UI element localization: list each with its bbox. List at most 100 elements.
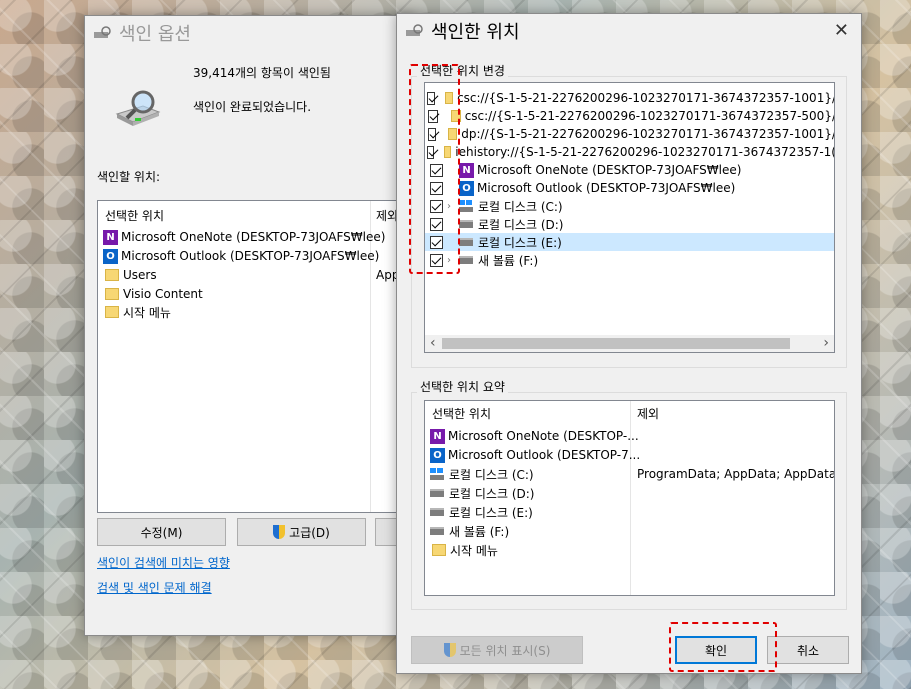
tree-item[interactable]: iehistory://{S-1-5-21-2276200296-1023270… — [425, 143, 835, 161]
drive-icon — [459, 220, 473, 228]
summary-item[interactable]: 로컬 디스크 (D:) — [430, 484, 534, 502]
tree-item-label: iehistory://{S-1-5-21-2276200296-1023270… — [455, 145, 835, 159]
modify-label: 수정(M) — [141, 524, 183, 541]
indexing-affects-search-link[interactable]: 색인이 검색에 미치는 영향 — [97, 554, 230, 571]
section-label: 색인할 위치: — [97, 168, 160, 185]
window-title: 색인 옵션 — [119, 20, 191, 46]
tree-item-label: dp://{S-1-5-21-2276200296-1023270171-367… — [461, 127, 835, 141]
list-item-label: Users — [123, 268, 157, 282]
tree-item-label: 로컬 디스크 (D:) — [478, 216, 563, 233]
summary-list[interactable]: 선택한 위치 제외 N Microsoft OneNote (DESKTOP-.… — [424, 400, 835, 596]
summary-item-label: Microsoft OneNote (DESKTOP-... — [448, 429, 639, 443]
shield-icon — [273, 525, 285, 539]
list-item[interactable]: N Microsoft OneNote (DESKTOP-73JOAFS₩lee… — [103, 228, 385, 246]
summary-item-exclude: ProgramData; AppData; AppData... — [637, 467, 835, 481]
summary-label: 선택한 위치 요약 — [417, 378, 508, 395]
outlook-icon: O — [430, 448, 445, 463]
folder-icon — [432, 544, 446, 556]
indexed-count: 39,414개의 항목이 색인됨 — [193, 64, 331, 81]
drive-icon — [459, 256, 473, 264]
tree-item[interactable]: › 새 볼륨 (F:) — [425, 251, 835, 269]
summary-item[interactable]: 로컬 디스크 (E:) — [430, 503, 533, 521]
folder-icon — [105, 306, 119, 318]
drive-search-icon — [405, 24, 425, 38]
onenote-icon: N — [459, 163, 474, 178]
tree-item-label: csc://{S-1-5-21-2276200296-1023270171-36… — [457, 91, 835, 105]
drive-search-icon — [93, 26, 113, 40]
summary-item-label: 로컬 디스크 (E:) — [449, 504, 533, 521]
locations-list[interactable]: 선택한 위치 제외 N Microsoft OneNote (DESKTOP-7… — [97, 200, 415, 513]
summary-item-label: 새 볼륨 (F:) — [449, 523, 509, 540]
summary-item-label: Microsoft Outlook (DESKTOP-7... — [448, 448, 640, 462]
tree-item[interactable]: csc://{S-1-5-21-2276200296-1023270171-36… — [425, 89, 835, 107]
tree-item-label: Microsoft OneNote (DESKTOP-73JOAFS₩lee) — [477, 163, 741, 177]
summary-column-location: 선택한 위치 — [432, 405, 491, 422]
list-item[interactable]: Users — [105, 266, 157, 284]
windows-drive-icon — [430, 468, 444, 480]
onenote-icon: N — [103, 230, 118, 245]
drive-icon — [430, 489, 444, 497]
magnifier-drive-icon — [113, 88, 163, 133]
titlebar[interactable]: 색인한 위치 ✕ — [397, 14, 861, 48]
list-item[interactable]: Visio Content — [105, 285, 203, 303]
tree-item[interactable]: › 로컬 디스크 (C:) — [425, 197, 835, 215]
advanced-label: 고급(D) — [289, 524, 330, 541]
dialog-title: 색인한 위치 — [431, 18, 520, 44]
list-item-label: Microsoft OneNote (DESKTOP-73JOAFS₩lee) — [121, 230, 385, 244]
onenote-icon: N — [430, 429, 445, 444]
list-item[interactable]: 시작 메뉴 — [105, 303, 171, 321]
outlook-icon: O — [459, 181, 474, 196]
close-icon[interactable]: ✕ — [834, 20, 849, 41]
list-item[interactable]: O Microsoft Outlook (DESKTOP-73JOAFS₩lee… — [103, 247, 379, 265]
summary-item-label: 시작 메뉴 — [450, 542, 498, 559]
list-item-label: Visio Content — [123, 287, 203, 301]
folder-icon — [105, 288, 119, 300]
indexed-locations-dialog: 색인한 위치 ✕ 선택한 위치 변경 csc://{S-1-5-21-22762… — [396, 13, 862, 674]
cancel-label: 취소 — [797, 642, 819, 659]
tree-item-label: 로컬 디스크 (E:) — [478, 234, 562, 251]
folder-icon — [105, 269, 119, 281]
show-all-locations-button[interactable]: 모든 위치 표시(S) — [411, 636, 583, 664]
tree-item[interactable]: csc://{S-1-5-21-2276200296-1023270171-36… — [425, 107, 835, 125]
summary-item[interactable]: 로컬 디스크 (C:) — [430, 465, 534, 483]
drive-icon — [459, 238, 473, 246]
tree-item[interactable]: dp://{S-1-5-21-2276200296-1023270171-367… — [425, 125, 835, 143]
tree-item-label: 로컬 디스크 (C:) — [478, 198, 563, 215]
ok-button-highlight — [669, 622, 777, 672]
show-all-label: 모든 위치 표시(S) — [460, 642, 551, 659]
tree-item[interactable]: O Microsoft Outlook (DESKTOP-73JOAFS₩lee… — [425, 179, 835, 197]
summary-item-label: 로컬 디스크 (C:) — [449, 466, 534, 483]
troubleshoot-link[interactable]: 검색 및 색인 문제 해결 — [97, 579, 212, 596]
summary-item[interactable]: O Microsoft Outlook (DESKTOP-7... — [430, 446, 640, 464]
tree-item-label: Microsoft Outlook (DESKTOP-73JOAFS₩lee) — [477, 181, 735, 195]
locations-tree[interactable]: csc://{S-1-5-21-2276200296-1023270171-36… — [424, 82, 835, 353]
tree-item[interactable]: 로컬 디스크 (D:) — [425, 215, 835, 233]
drive-icon — [430, 508, 444, 516]
advanced-button[interactable]: 고급(D) — [237, 518, 366, 546]
list-item-label: 시작 메뉴 — [123, 304, 171, 321]
shield-icon — [444, 643, 456, 657]
summary-column-exclude: 제외 — [637, 405, 659, 422]
indexing-options-window: 색인 옵션 39,414개의 항목이 색인됨 색인이 완료되었습니다. 색인할 … — [84, 15, 414, 636]
summary-item[interactable]: 시작 메뉴 — [432, 541, 498, 559]
summary-item[interactable]: N Microsoft OneNote (DESKTOP-... — [430, 427, 639, 445]
scroll-right-icon[interactable]: › — [823, 335, 829, 351]
scrollbar-thumb[interactable] — [442, 338, 790, 349]
tree-item-label: 새 볼륨 (F:) — [478, 252, 538, 269]
scroll-left-icon[interactable]: ‹ — [430, 335, 436, 351]
windows-drive-icon — [459, 200, 473, 212]
tree-item[interactable]: N Microsoft OneNote (DESKTOP-73JOAFS₩lee… — [425, 161, 835, 179]
column-header-exclude: 제외 — [376, 207, 398, 224]
horizontal-scrollbar[interactable]: ‹ › — [425, 335, 834, 352]
tree-item-selected[interactable]: 로컬 디스크 (E:) — [425, 233, 835, 251]
summary-item-label: 로컬 디스크 (D:) — [449, 485, 534, 502]
cancel-button[interactable]: 취소 — [767, 636, 849, 664]
modify-button[interactable]: 수정(M) — [97, 518, 226, 546]
column-header-location: 선택한 위치 — [105, 207, 164, 224]
outlook-icon: O — [103, 249, 118, 264]
drive-icon — [430, 527, 444, 535]
indexing-status: 색인이 완료되었습니다. — [193, 98, 311, 115]
tree-item-label: csc://{S-1-5-21-2276200296-1023270171-36… — [465, 109, 835, 123]
summary-item[interactable]: 새 볼륨 (F:) — [430, 522, 509, 540]
titlebar[interactable]: 색인 옵션 — [85, 16, 413, 50]
